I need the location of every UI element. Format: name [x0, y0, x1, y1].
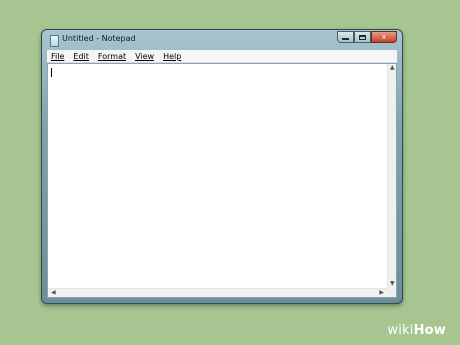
scroll-right-icon[interactable]: ▶ — [379, 290, 384, 296]
horizontal-scrollbar[interactable]: ◀ ▶ — [48, 288, 387, 297]
notepad-window: Untitled - Notepad x File Edit Format Vi… — [41, 29, 403, 304]
menu-file[interactable]: File — [51, 52, 64, 61]
minimize-button[interactable] — [337, 31, 354, 43]
text-caret — [51, 68, 52, 77]
caption-buttons: x — [337, 31, 397, 44]
watermark-wiki: wiki — [387, 323, 414, 338]
scroll-down-icon[interactable]: ▼ — [390, 281, 395, 287]
menu-edit[interactable]: Edit — [73, 52, 89, 61]
maximize-icon — [359, 34, 366, 40]
notepad-app-icon[interactable] — [50, 35, 59, 47]
window-title: Untitled - Notepad — [62, 34, 136, 43]
menu-format[interactable]: Format — [98, 52, 126, 61]
wikihow-watermark: wikiHow — [387, 323, 446, 338]
minimize-icon — [342, 38, 349, 40]
close-button[interactable]: x — [371, 31, 397, 43]
resize-grip[interactable] — [387, 288, 396, 297]
menu-bar: File Edit Format View Help — [47, 50, 397, 63]
scroll-up-icon[interactable]: ▲ — [390, 65, 395, 71]
vertical-scrollbar[interactable]: ▲ ▼ — [387, 64, 396, 288]
text-editor-area[interactable]: ▲ ▼ ◀ ▶ — [47, 63, 397, 298]
close-icon: x — [381, 32, 387, 41]
maximize-button[interactable] — [354, 31, 371, 43]
scroll-left-icon[interactable]: ◀ — [51, 290, 56, 296]
menu-help[interactable]: Help — [163, 52, 181, 61]
menu-view[interactable]: View — [135, 52, 154, 61]
watermark-how: How — [413, 323, 446, 338]
title-bar[interactable]: Untitled - Notepad x — [42, 30, 402, 49]
